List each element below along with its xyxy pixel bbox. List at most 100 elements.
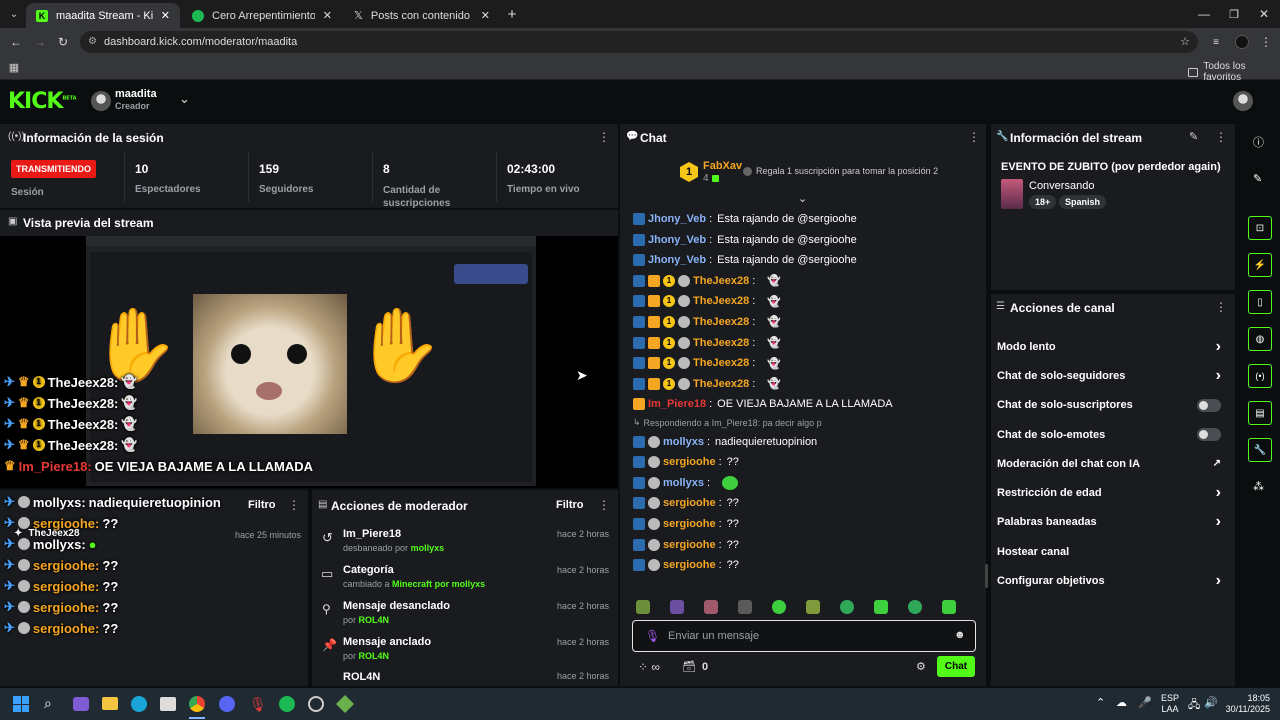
back-icon[interactable]: ← <box>8 34 24 50</box>
send-chat-button[interactable]: Chat <box>937 656 975 677</box>
tab-x-posts[interactable]: 𝕏 Posts con contenido multimed ✕ <box>344 3 500 28</box>
kick-logo[interactable]: KICKBETA <box>8 89 77 114</box>
windows-start-icon[interactable] <box>13 696 29 712</box>
category-thumbnail[interactable] <box>1001 179 1023 209</box>
external-link-icon[interactable]: ↗ <box>1213 458 1221 469</box>
emote-icon[interactable] <box>636 600 650 614</box>
channel-action-row[interactable]: Hostear canal <box>997 537 1221 566</box>
chat-username[interactable]: TheJeex28 <box>693 337 749 349</box>
chat-username[interactable]: Jhony_Veb <box>648 213 706 225</box>
language-indicator[interactable]: ESP LAA <box>1161 693 1179 715</box>
chat-message[interactable]: 1 TheJeex28: 👻 <box>633 272 973 290</box>
profile-avatar[interactable] <box>1235 35 1249 49</box>
leader-username[interactable]: FabXav <box>703 160 742 172</box>
reload-icon[interactable]: ↻ <box>55 34 71 50</box>
obs-icon[interactable] <box>308 696 324 712</box>
menu-kebab-icon[interactable]: ⋮ <box>598 498 610 512</box>
spotify-icon[interactable] <box>279 696 295 712</box>
menu-kebab-icon[interactable]: ⋮ <box>598 130 610 144</box>
chat-username[interactable]: sergioohe <box>663 518 716 530</box>
chevron-right-icon[interactable]: › <box>1216 338 1221 356</box>
close-icon[interactable]: ✕ <box>323 9 332 22</box>
filter-button[interactable]: Filtro <box>248 499 276 511</box>
emote-icon[interactable] <box>908 600 922 614</box>
chat-username[interactable]: sergioohe <box>663 559 716 571</box>
chat-message[interactable]: mollyxs: <box>633 474 973 492</box>
tag-pill[interactable]: Spanish <box>1059 195 1107 209</box>
document-icon[interactable]: ▯ <box>1248 290 1272 314</box>
broadcast-icon[interactable]: (•) <box>1248 364 1272 388</box>
chat-username[interactable]: Jhony_Veb <box>648 234 706 246</box>
chevron-right-icon[interactable]: › <box>1216 572 1221 590</box>
mod-action-row[interactable]: ROL4N hace 2 horas <box>312 670 618 686</box>
mic-tray-icon[interactable]: 🎤 <box>1138 696 1152 709</box>
infinity-icon[interactable]: ⁘ ∞ <box>638 660 660 674</box>
cloud-icon[interactable]: ☁ <box>1116 696 1127 709</box>
toggle-switch[interactable] <box>1197 428 1221 442</box>
chat-username[interactable]: Jhony_Veb <box>648 254 706 266</box>
new-tab-button[interactable]: + <box>504 6 520 23</box>
tag-pill[interactable]: 18+ <box>1029 195 1057 209</box>
emote-icon[interactable] <box>942 600 956 614</box>
emote-icon[interactable] <box>840 600 854 614</box>
chevron-right-icon[interactable]: › <box>1216 484 1221 502</box>
chat-message[interactable]: 1 TheJeex28: 👻 <box>633 334 973 352</box>
chevron-down-icon[interactable]: ⌄ <box>179 91 190 107</box>
chat-bubble-icon[interactable]: ◍ <box>1248 327 1272 351</box>
chat-message[interactable]: 1 TheJeex28: 👻 <box>633 375 973 393</box>
menu-kebab-icon[interactable]: ⋮ <box>288 498 300 512</box>
apps-grid-icon[interactable]: ▦ <box>7 60 21 74</box>
chat-message[interactable]: Jhony_Veb: Esta rajando de @sergioohe <box>633 210 973 228</box>
chat-username[interactable]: sergioohe <box>663 539 716 551</box>
close-icon[interactable]: ✕ <box>481 9 490 22</box>
toggle-switch[interactable] <box>1197 398 1221 412</box>
chat-message[interactable]: sergioohe:?? <box>633 536 973 554</box>
chat-message[interactable]: 1 TheJeex28: 👻 <box>633 292 973 310</box>
edit-icon[interactable]: ✎ <box>1253 172 1262 185</box>
close-window-icon[interactable]: ✕ <box>1256 6 1272 22</box>
tab-spotify[interactable]: Cero Arrepentimiento • TheDa ✕ <box>182 3 342 28</box>
site-info-icon[interactable]: ⚙ <box>88 31 97 53</box>
media-icon[interactable]: ≡ <box>1208 34 1224 50</box>
chat-message[interactable]: 1 TheJeex28: 👻 <box>633 354 973 372</box>
chat-username[interactable]: TheJeex28 <box>693 295 749 307</box>
channel-action-row[interactable]: Chat de solo-seguidores › <box>997 361 1221 390</box>
settings-gear-icon[interactable]: ⚙ <box>916 660 926 673</box>
edit-pencil-icon[interactable]: ✎ <box>1189 130 1198 143</box>
channel-action-row[interactable]: Moderación del chat con IA ↗ <box>997 449 1221 478</box>
gift-prompt[interactable]: Regala 1 suscripción para tomar la posic… <box>743 166 938 176</box>
chat-message[interactable]: Jhony_Veb: Esta rajando de @sergioohe <box>633 251 973 269</box>
channel-action-row[interactable]: Restricción de edad › <box>997 478 1221 507</box>
tab-kick-dashboard[interactable]: K maadita Stream - Kick Dashbo ✕ <box>26 3 180 28</box>
bookmark-star-icon[interactable]: ☆ <box>1180 31 1190 53</box>
chat-message[interactable]: Jhony_Veb: Esta rajando de @sergioohe <box>633 231 973 249</box>
chat-message[interactable]: sergioohe:?? <box>633 453 973 471</box>
emote-icon[interactable] <box>738 600 752 614</box>
mic-app-icon[interactable]: 🎙 <box>249 696 267 713</box>
widgets-icon[interactable] <box>73 697 89 711</box>
filter-button[interactable]: Filtro <box>556 499 584 511</box>
chat-message[interactable]: Im_Piere18: OE VIEJA BAJAME A LA LLAMADA <box>633 395 973 413</box>
mod-action-row[interactable]: ↺ Im_Piere18 desbaneado por mollyxs hace… <box>312 526 618 560</box>
close-icon[interactable]: ✕ <box>161 9 170 22</box>
chevron-right-icon[interactable]: › <box>1216 367 1221 385</box>
mic-icon[interactable]: 🎙 <box>645 629 660 643</box>
scrollbar-thumb[interactable] <box>985 564 988 588</box>
lightning-icon[interactable]: ⚡ <box>1248 253 1272 277</box>
menu-kebab-icon[interactable]: ⋮ <box>1215 130 1227 144</box>
chat-username[interactable]: TheJeex28 <box>693 378 749 390</box>
channel-action-row[interactable]: Palabras baneadas › <box>997 508 1221 537</box>
forward-icon[interactable]: → <box>32 34 48 50</box>
menu-kebab-icon[interactable]: ⋮ <box>968 130 980 144</box>
search-icon[interactable]: ⌕ <box>44 695 52 712</box>
tab-search-icon[interactable]: ⌄ <box>6 6 22 22</box>
chat-username[interactable]: sergioohe <box>663 456 716 468</box>
category-name[interactable]: Conversando <box>1029 180 1094 192</box>
emoji-icon[interactable]: ☻ <box>954 629 966 641</box>
chat-username[interactable]: TheJeex28 <box>693 275 749 287</box>
channel-action-row[interactable]: Configurar objetivos › <box>997 566 1221 595</box>
channel-action-row[interactable]: Chat de solo-emotes <box>997 420 1221 449</box>
chat-username[interactable]: TheJeex28 <box>693 357 749 369</box>
discord-icon[interactable] <box>219 696 235 712</box>
url-field[interactable]: ⚙ dashboard.kick.com/moderator/maadita ☆ <box>80 31 1198 53</box>
